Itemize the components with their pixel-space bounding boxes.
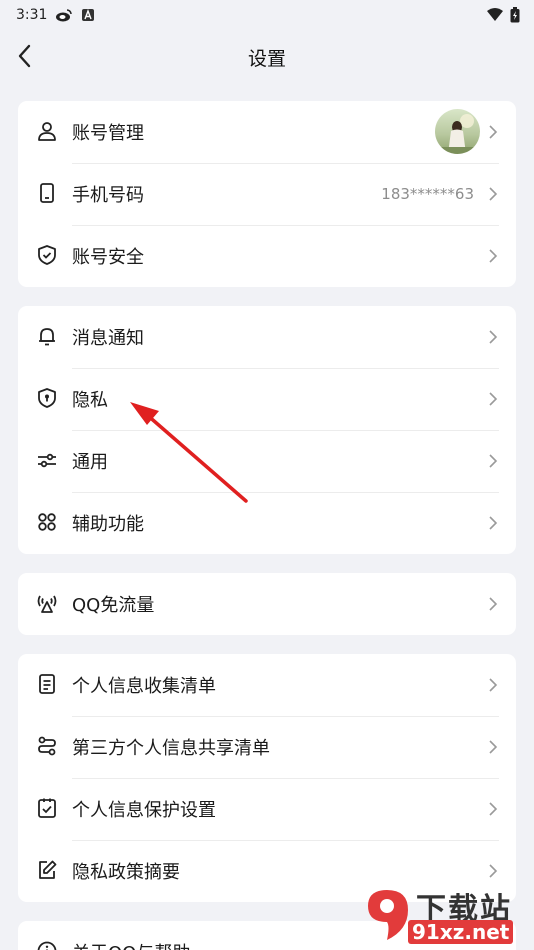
watermark-logo-icon — [368, 890, 408, 940]
row-label: 通用 — [72, 452, 108, 473]
row-label: 账号管理 — [72, 123, 144, 144]
check-clipboard-icon — [38, 798, 56, 818]
row-label: 隐私 — [72, 390, 108, 411]
row-label: 第三方个人信息共享清单 — [72, 738, 270, 759]
chevron-right-icon — [489, 802, 498, 816]
row-accessibility[interactable]: 辅助功能 — [18, 492, 516, 554]
avatar — [435, 109, 480, 154]
antenna-icon — [37, 595, 57, 613]
row-phone-number[interactable]: 手机号码 183******63 — [18, 163, 516, 225]
document-icon — [39, 674, 55, 694]
sliders-icon — [38, 453, 56, 468]
row-label: 个人信息保护设置 — [72, 800, 216, 821]
chevron-right-icon — [489, 597, 498, 611]
privacy-shield-icon — [38, 388, 56, 408]
wifi-icon — [487, 8, 503, 21]
weibo-icon — [56, 9, 73, 22]
general-card: 消息通知 隐私 通用 辅助功能 — [18, 306, 516, 554]
row-label: 个人信息收集清单 — [72, 676, 216, 697]
person-icon — [38, 122, 56, 141]
bell-icon — [39, 328, 55, 346]
row-notifications[interactable]: 消息通知 — [18, 306, 516, 368]
grid-icon — [38, 513, 56, 531]
row-third-party-sharing[interactable]: 第三方个人信息共享清单 — [18, 716, 516, 778]
row-label: 消息通知 — [72, 328, 144, 349]
chevron-right-icon — [489, 454, 498, 468]
phone-number-value: 183******63 — [381, 185, 474, 203]
row-general[interactable]: 通用 — [18, 430, 516, 492]
data-card: QQ免流量 — [18, 573, 516, 635]
status-bar: 3:31 — [0, 0, 534, 30]
row-account-security[interactable]: 账号安全 — [18, 225, 516, 287]
row-label: 关于QQ与帮助 — [72, 939, 190, 950]
personal-info-card: 个人信息收集清单 第三方个人信息共享清单 个人信息保护设置 隐私政策摘要 — [18, 654, 516, 902]
phone-icon — [40, 183, 54, 203]
chevron-right-icon — [489, 249, 498, 263]
row-privacy[interactable]: 隐私 — [18, 368, 516, 430]
page-title: 设置 — [247, 48, 286, 70]
chevron-right-icon — [489, 678, 498, 692]
chevron-right-icon — [489, 330, 498, 344]
row-label: 手机号码 — [72, 185, 144, 206]
row-info-protection-settings[interactable]: 个人信息保护设置 — [18, 778, 516, 840]
row-label: 辅助功能 — [72, 514, 144, 535]
row-label: QQ免流量 — [72, 595, 155, 616]
row-label: 账号安全 — [72, 247, 144, 268]
edit-icon — [39, 860, 57, 879]
row-info-collection-list[interactable]: 个人信息收集清单 — [18, 654, 516, 716]
row-qq-free-data[interactable]: QQ免流量 — [18, 573, 516, 635]
info-icon — [37, 941, 57, 950]
status-time: 3:31 — [16, 7, 48, 23]
chevron-right-icon — [489, 864, 498, 878]
shield-check-icon — [38, 245, 56, 265]
share-flow-icon — [38, 736, 56, 756]
chevron-right-icon — [489, 392, 498, 406]
row-account-management[interactable]: 账号管理 — [18, 101, 516, 163]
chevron-right-icon — [489, 740, 498, 754]
nav-bar: 设置 — [0, 30, 534, 82]
row-label: 隐私政策摘要 — [72, 862, 180, 883]
account-card: 账号管理 手机号码 183******63 账号安全 — [18, 101, 516, 287]
watermark-domain: 91xz.net — [408, 920, 514, 944]
chevron-right-icon — [489, 187, 498, 201]
watermark: 下载站 91xz.net — [360, 884, 530, 948]
battery-icon — [510, 7, 520, 23]
a-notification-icon — [82, 9, 95, 21]
chevron-right-icon — [489, 125, 498, 139]
chevron-right-icon — [489, 516, 498, 530]
